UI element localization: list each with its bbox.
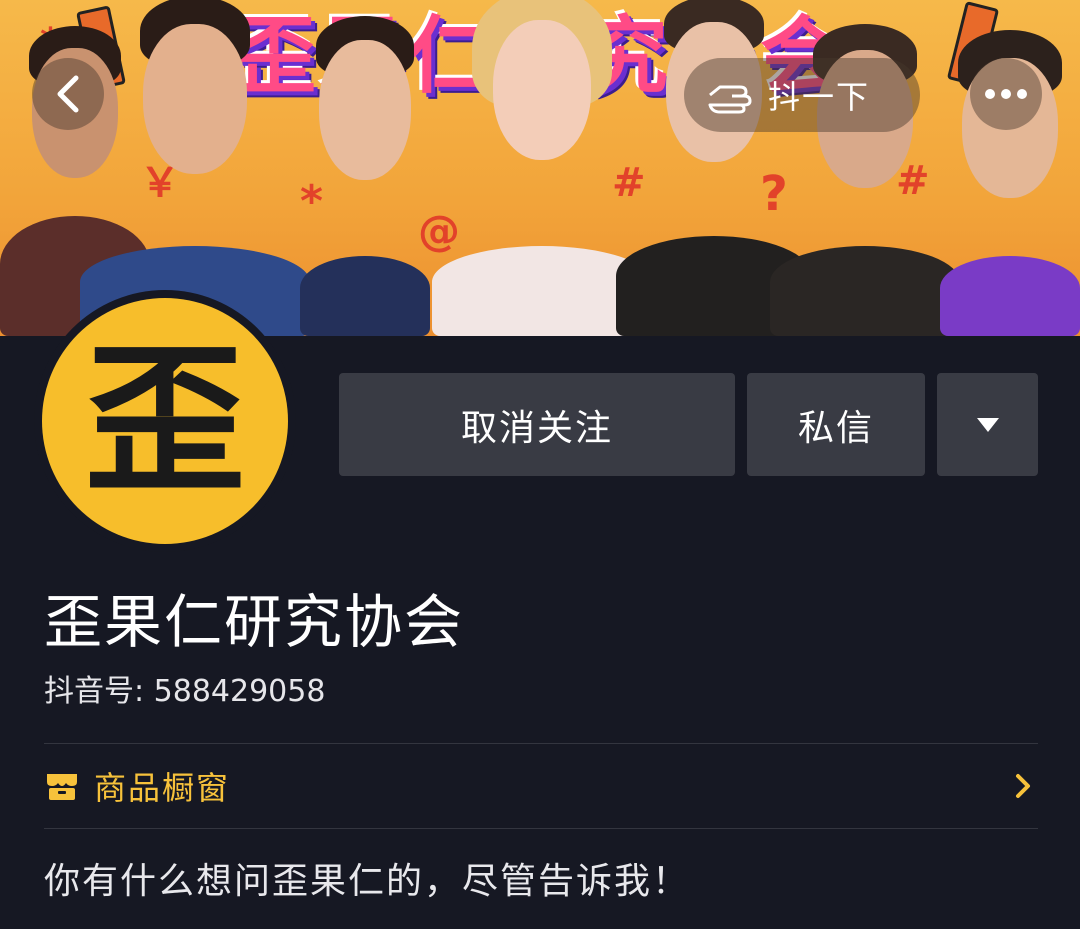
- shake-button[interactable]: 抖一下: [684, 58, 920, 132]
- banner-decoration: #: [612, 160, 646, 206]
- shop-window-label: 商品橱窗: [94, 769, 231, 807]
- banner-person: [940, 30, 1080, 336]
- banner-decoration: ?: [760, 166, 788, 222]
- unfollow-button[interactable]: 取消关注: [339, 373, 735, 476]
- chevron-right-icon: [1016, 774, 1030, 798]
- avatar-logo-text: 歪: [84, 327, 245, 514]
- profile-bio: 你有什么想问歪果仁的，尽管告诉我！: [44, 861, 691, 902]
- banner-person: [770, 24, 960, 336]
- hand-icon: [708, 85, 752, 114]
- shop-window-row[interactable]: 商品橱窗: [44, 744, 1038, 828]
- profile-banner: 歪果仁研究协会 ￥ * @ # ? # *: [0, 0, 1080, 336]
- douyin-id: 抖音号: 588429058: [44, 674, 326, 709]
- recommend-dropdown-button[interactable]: [937, 373, 1038, 476]
- ellipsis-icon: [985, 89, 1027, 99]
- caret-down-icon: [976, 417, 999, 432]
- banner-decoration: *: [300, 176, 324, 227]
- avatar[interactable]: 歪: [34, 290, 296, 552]
- storefront-icon: [47, 774, 77, 800]
- chevron-left-icon: [57, 75, 79, 113]
- banner-person: [300, 16, 430, 336]
- profile-name: 歪果仁研究协会: [44, 588, 465, 656]
- message-button[interactable]: 私信: [747, 373, 925, 476]
- banner-decoration: @: [418, 206, 460, 255]
- avatar-image: 歪: [42, 298, 288, 544]
- more-options-button[interactable]: [970, 58, 1042, 130]
- shake-label: 抖一下: [768, 78, 871, 116]
- divider: [44, 828, 1038, 829]
- back-button[interactable]: [32, 58, 104, 130]
